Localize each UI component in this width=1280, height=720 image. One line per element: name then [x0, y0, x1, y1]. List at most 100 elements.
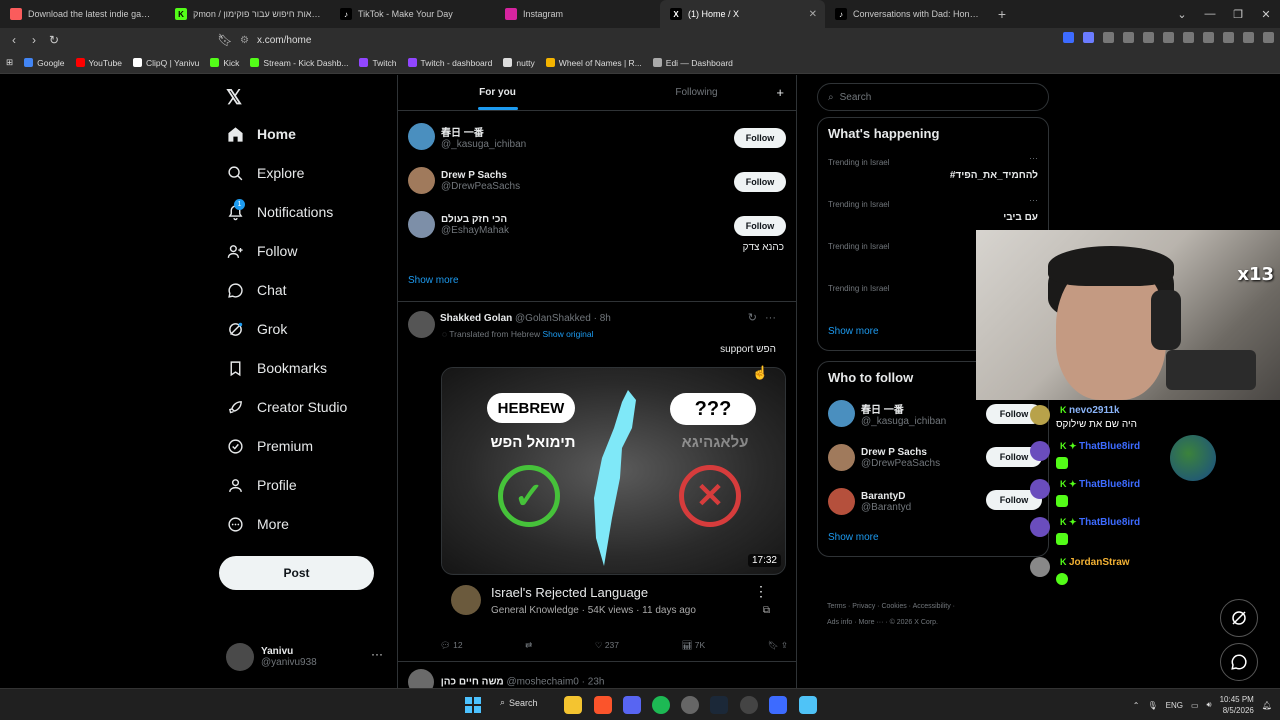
- grok-fab-icon[interactable]: [1220, 599, 1258, 637]
- tweet-author-handle[interactable]: @moshechaim0: [506, 677, 578, 688]
- taskbar-search[interactable]: ⌕ Search: [500, 697, 538, 708]
- tray-chevron-icon[interactable]: ⌃: [1133, 701, 1140, 710]
- extension-icon[interactable]: [1063, 32, 1074, 43]
- apps-icon[interactable]: ⊞: [6, 57, 13, 68]
- browser-tab[interactable]: ♪ Conversations with Dad: Honest Que...: [825, 0, 990, 28]
- sidebar-icon[interactable]: [1183, 32, 1194, 43]
- reload-icon[interactable]: ↻: [44, 33, 64, 47]
- tab-list-icon[interactable]: ⌄: [1168, 8, 1196, 21]
- sidebar-item-premium[interactable]: Premium: [226, 437, 313, 455]
- messages-fab-icon[interactable]: [1220, 643, 1258, 681]
- start-icon[interactable]: [464, 696, 482, 714]
- bookmark-item[interactable]: Stream - Kick Dashb...: [250, 58, 348, 68]
- x-logo-icon[interactable]: 𝕏: [226, 85, 242, 110]
- browser-tab[interactable]: Instagram: [495, 0, 660, 28]
- extension-icon[interactable]: [1083, 32, 1094, 43]
- site-info-icon[interactable]: ⚙: [240, 35, 249, 46]
- browser-tab[interactable]: K קmon / חוצאות חיפוש עבור פוקימון: [165, 0, 330, 28]
- notepad-icon[interactable]: [799, 696, 817, 714]
- wallet-icon[interactable]: [1203, 32, 1214, 43]
- more-dots-icon[interactable]: ···: [1029, 195, 1038, 205]
- downloads-icon[interactable]: [1143, 32, 1154, 43]
- tab-for-you[interactable]: For you: [398, 75, 597, 110]
- who-to-follow-item[interactable]: 春日 一番 @_kasuga_ichiban: [408, 123, 788, 150]
- browser-tab[interactable]: ♪ TikTok - Make Your Day: [330, 0, 495, 28]
- account-switcher[interactable]: Yanivu @yanivu938 ···: [226, 643, 383, 671]
- tab-following[interactable]: Following: [597, 75, 796, 110]
- who-to-follow-item[interactable]: הכי חזק בעולם @EshayMahak: [408, 211, 788, 238]
- app-icon[interactable]: [769, 696, 787, 714]
- bookmark-icon[interactable]: 🔖︎ ⇪: [768, 640, 788, 651]
- sidebar-item-profile[interactable]: Profile: [226, 476, 297, 494]
- spotify-icon[interactable]: [652, 696, 670, 714]
- avatar[interactable]: [408, 311, 435, 338]
- sidebar-item-grok[interactable]: Grok: [226, 320, 287, 338]
- more-dots-icon[interactable]: ···: [1029, 153, 1038, 163]
- extension-icon[interactable]: [1103, 32, 1114, 43]
- show-original-link[interactable]: Show original: [543, 329, 594, 339]
- reply-button[interactable]: 💬︎ 12: [440, 640, 463, 651]
- extension-icon[interactable]: [1163, 32, 1174, 43]
- network-icon[interactable]: ▭: [1191, 701, 1199, 710]
- sidebar-item-follow[interactable]: Follow: [226, 242, 297, 260]
- video-more-icon[interactable]: ⋮: [754, 583, 768, 600]
- bookmark-item[interactable]: Edi — Dashboard: [652, 58, 733, 68]
- sidebar-item-notifications[interactable]: 1 Notifications: [226, 199, 333, 221]
- back-icon[interactable]: ‹: [4, 33, 24, 47]
- trend-item[interactable]: Trending in Israel ··· עם ביבי: [828, 195, 1038, 223]
- discord-icon[interactable]: [623, 696, 641, 714]
- menu-icon[interactable]: [1263, 32, 1274, 43]
- sidebar-item-home[interactable]: Home: [226, 125, 296, 143]
- obs-icon[interactable]: [681, 696, 699, 714]
- playlist-icon[interactable]: ⧉: [763, 605, 770, 616]
- sidebar-item-creator-studio[interactable]: Creator Studio: [226, 398, 347, 416]
- browser-tab[interactable]: Download the latest indie games - it...: [0, 0, 165, 28]
- maximize-icon[interactable]: ❐: [1224, 8, 1252, 21]
- post-button[interactable]: Post: [219, 556, 374, 590]
- volume-icon[interactable]: 🔊︎: [1207, 700, 1212, 710]
- bookmark-page-icon[interactable]: 🔖︎: [215, 33, 235, 47]
- bookmark-item[interactable]: Google: [24, 58, 65, 68]
- close-tab-icon[interactable]: ✕: [809, 9, 817, 20]
- next-tweet-header[interactable]: משה חיים כהן @moshechaim0 · 23h: [408, 669, 604, 688]
- follow-button[interactable]: Follow: [734, 216, 786, 236]
- views-button[interactable]: 📊︎ 7K: [682, 640, 706, 651]
- repost-button[interactable]: ⇄: [525, 640, 532, 651]
- sidebar-item-bookmarks[interactable]: Bookmarks: [226, 359, 327, 377]
- bookmark-item[interactable]: nutty: [503, 58, 535, 68]
- clock[interactable]: 10:45 PM 8/5/2026: [1220, 694, 1254, 716]
- notifications-icon[interactable]: 🔔︎: [1262, 701, 1272, 710]
- bookmark-item[interactable]: Twitch - dashboard: [407, 58, 492, 68]
- app-icon[interactable]: [740, 696, 758, 714]
- like-button[interactable]: ♡ 237: [595, 640, 619, 651]
- more-dots-icon[interactable]: ···: [765, 312, 776, 324]
- show-more-link[interactable]: Show more: [828, 326, 879, 337]
- sidebar-item-more[interactable]: More: [226, 515, 289, 533]
- video-thumbnail[interactable]: HEBREW תימואל הפש ✓ ??? עלאגהיגא ✕ 17:32: [442, 368, 785, 573]
- search-input[interactable]: ⌕ Search: [817, 83, 1049, 111]
- vpn-icon[interactable]: [1243, 32, 1254, 43]
- sidebar-item-chat[interactable]: Chat: [226, 281, 287, 299]
- bookmark-item[interactable]: Wheel of Names | R...: [545, 58, 642, 68]
- bookmark-item[interactable]: ClipQ | Yanivu: [132, 58, 199, 68]
- more-dots-icon[interactable]: ···: [371, 647, 383, 661]
- mic-icon[interactable]: 🎙︎: [1147, 701, 1157, 710]
- file-explorer-icon[interactable]: [564, 696, 582, 714]
- sidebar-item-explore[interactable]: Explore: [226, 164, 304, 182]
- tweet-time[interactable]: 8h: [600, 313, 611, 324]
- forward-icon[interactable]: ›: [24, 33, 44, 47]
- bookmark-item[interactable]: YouTube: [75, 58, 122, 68]
- who-to-follow-item[interactable]: Drew P Sachs @DrewPeaSachs: [408, 167, 788, 194]
- tweet-time[interactable]: 23h: [588, 677, 605, 688]
- brave-icon[interactable]: [594, 696, 612, 714]
- show-more-link[interactable]: Show more: [408, 275, 459, 286]
- video-card[interactable]: HEBREW תימואל הפש ✓ ??? עלאגהיגא ✕ 17:32: [441, 367, 786, 575]
- new-tab-button[interactable]: +: [990, 6, 1014, 22]
- follow-button[interactable]: Follow: [734, 172, 786, 192]
- follow-button[interactable]: Follow: [734, 128, 786, 148]
- url-field[interactable]: ⚙ x.com/home: [240, 30, 960, 50]
- ai-icon[interactable]: [1223, 32, 1234, 43]
- channel-avatar[interactable]: [451, 585, 481, 615]
- grok-explain-icon[interactable]: ↻: [748, 312, 757, 324]
- extension-icon[interactable]: [1123, 32, 1134, 43]
